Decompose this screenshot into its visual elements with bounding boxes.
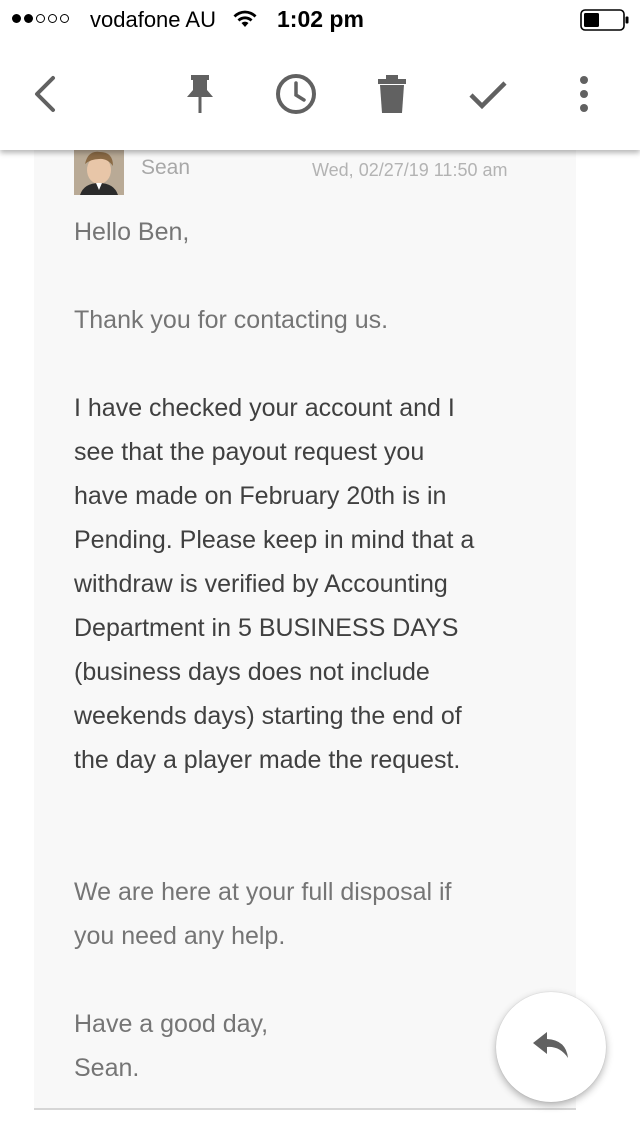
trash-icon xyxy=(375,73,409,120)
delete-button[interactable] xyxy=(366,70,418,122)
done-button[interactable] xyxy=(462,70,514,122)
reply-icon xyxy=(532,1030,570,1065)
pin-icon xyxy=(183,73,217,120)
more-options-button[interactable] xyxy=(558,70,610,122)
avatar[interactable] xyxy=(74,150,124,195)
battery-icon xyxy=(580,9,630,36)
status-time: 1:02 pm xyxy=(277,6,364,32)
back-arrow-icon xyxy=(29,74,59,119)
snooze-button[interactable] xyxy=(270,70,322,122)
sender-name: Sean xyxy=(141,156,191,179)
divider xyxy=(34,1108,576,1110)
paragraph-disposal: We are here at your full disposal if you… xyxy=(74,878,452,950)
message-body: Hello Ben, Thank you for contacting us. … xyxy=(74,210,554,1134)
paragraph-thanks: Thank you for contacting us. xyxy=(74,306,389,334)
pin-button[interactable] xyxy=(174,70,226,122)
carrier-label: vodafone AU xyxy=(90,7,216,32)
snooze-clock-icon xyxy=(275,73,317,120)
paragraph-account: I have checked your account and I see th… xyxy=(74,394,475,774)
action-toolbar xyxy=(0,40,640,150)
status-bar: vodafone AU 1:02 pm xyxy=(0,0,640,40)
checkmark-icon xyxy=(468,77,508,116)
wifi-icon xyxy=(232,9,258,34)
back-button[interactable] xyxy=(18,70,70,122)
signal-strength-icon xyxy=(12,14,69,23)
reply-button[interactable] xyxy=(496,992,606,1102)
message-date: Wed, 02/27/19 11:50 am xyxy=(312,160,508,180)
signoff-text: Have a good day, Sean. xyxy=(74,1010,269,1082)
more-vert-icon xyxy=(578,75,590,118)
greeting-text: Hello Ben, xyxy=(74,218,190,246)
